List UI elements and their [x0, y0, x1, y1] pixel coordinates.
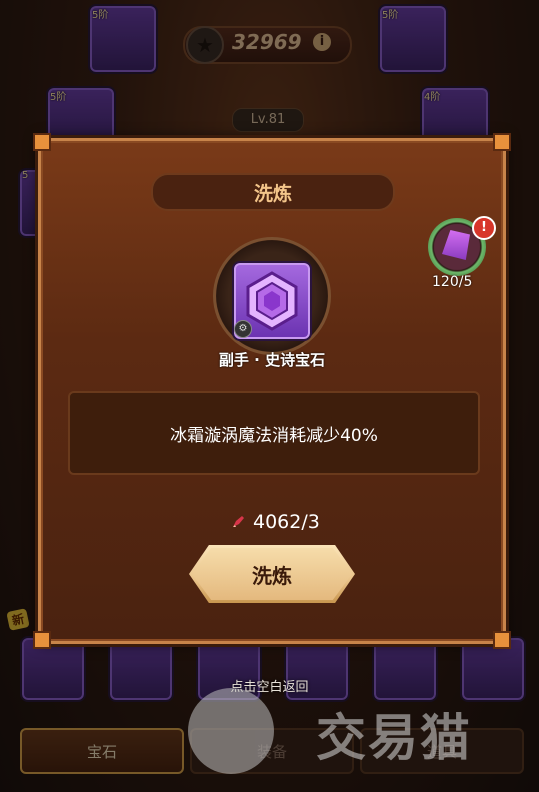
- cost-value: 4062/3: [253, 511, 320, 533]
- gem-name: 副手 · 史诗宝石: [218, 351, 326, 369]
- corner-ornament: [493, 133, 511, 151]
- corner-ornament: [33, 133, 51, 151]
- attribute-text: 冰霜漩涡魔法消耗减少40%: [170, 425, 378, 446]
- alert-icon: !: [472, 216, 496, 240]
- lock-icon: ⚙: [234, 320, 252, 338]
- refine-button[interactable]: 洗炼: [189, 545, 355, 603]
- material-count: 120/5: [432, 274, 473, 290]
- refine-stone-icon: [233, 516, 244, 527]
- watermark-text: 交易猫: [316, 709, 472, 767]
- watermark: 交易猫: [188, 688, 518, 778]
- corner-ornament: [493, 631, 511, 649]
- refine-dialog: 洗炼 ⚙ 副手 · 史诗宝石 冰霜漩涡魔法消耗减少40% 4062/3 洗炼: [33, 133, 511, 649]
- refine-button-label: 洗炼: [252, 565, 292, 588]
- refine-cost: 4062/3: [231, 511, 320, 533]
- crystal-icon: [442, 230, 470, 260]
- attribute-panel: 冰霜漩涡魔法消耗减少40%: [68, 391, 480, 475]
- watermark-logo-icon: [188, 688, 274, 774]
- dialog-title: 洗炼: [253, 182, 292, 205]
- dialog-title-bar: 洗炼: [151, 173, 395, 211]
- corner-ornament: [33, 631, 51, 649]
